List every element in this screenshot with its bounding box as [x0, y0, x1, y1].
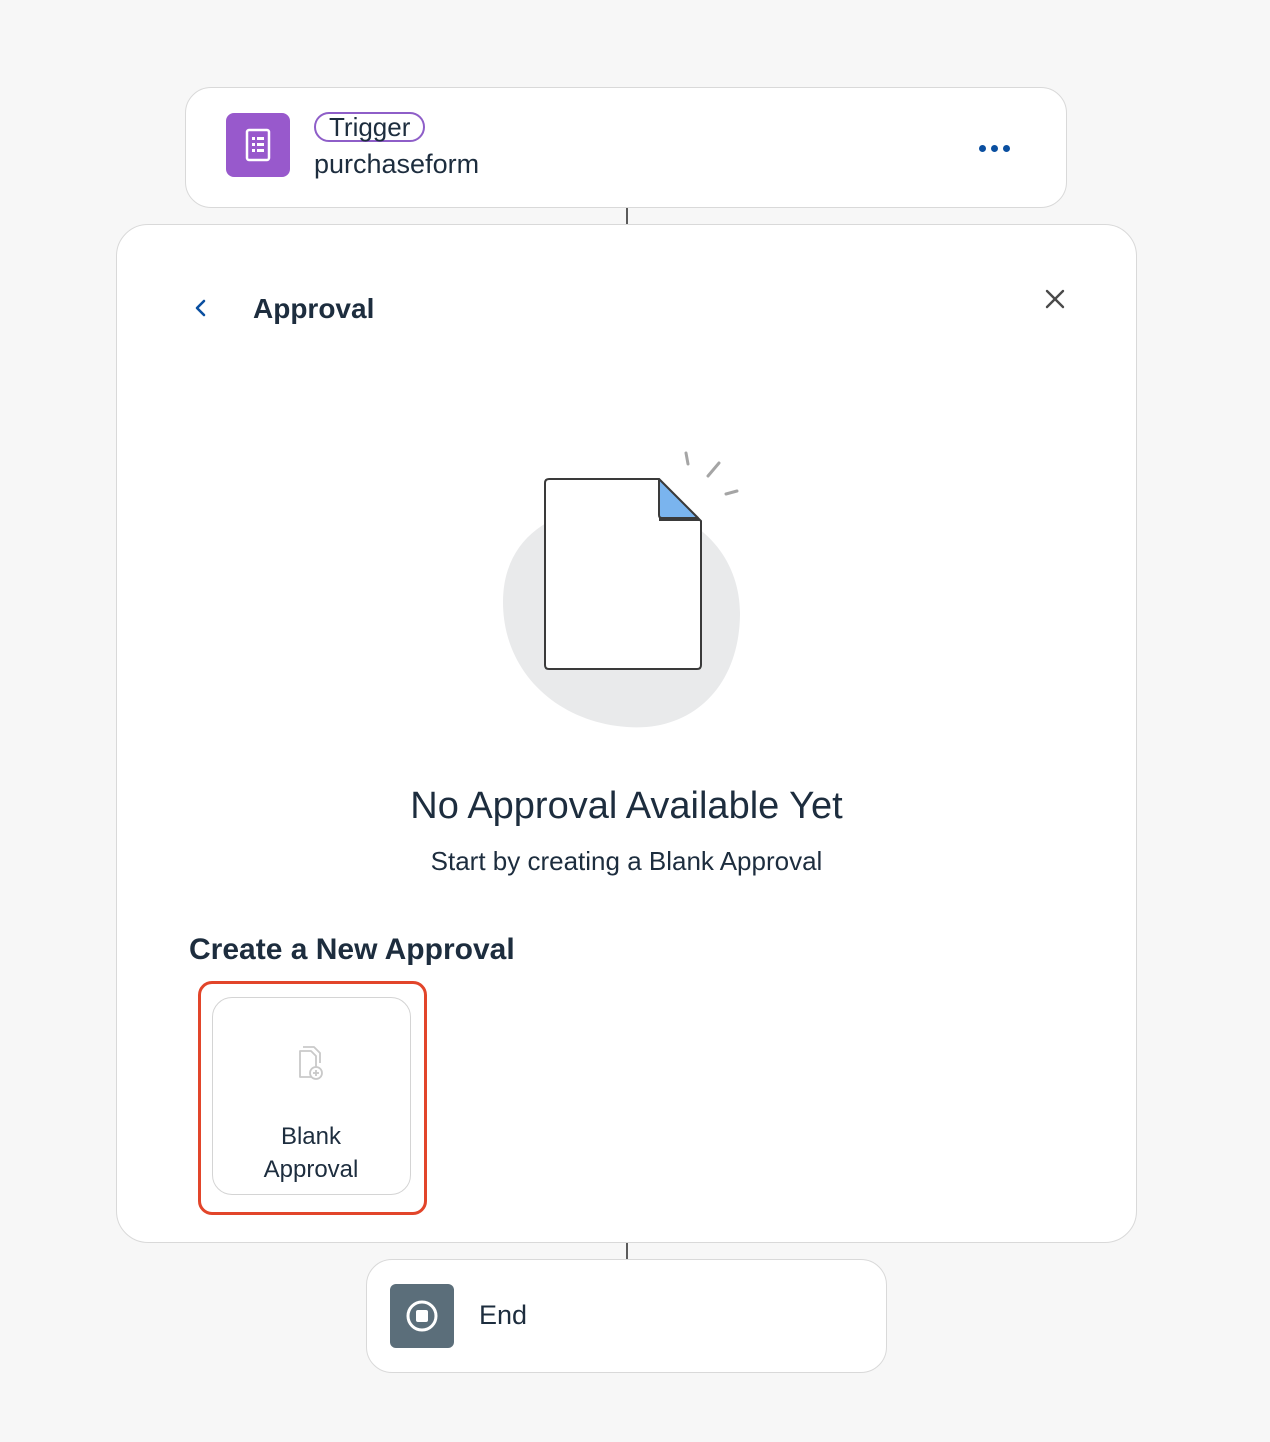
- end-label: End: [479, 1300, 528, 1330]
- back-button[interactable]: [185, 292, 217, 324]
- blank-approval-label: Blank Approval: [213, 1120, 409, 1186]
- trigger-badge: Trigger: [314, 112, 426, 142]
- connector-line-bottom: [626, 1242, 628, 1260]
- stop-icon: [390, 1284, 454, 1348]
- trigger-name: purchaseform: [314, 149, 480, 179]
- end-card[interactable]: End: [366, 1259, 887, 1373]
- empty-document-illustration: [503, 451, 741, 728]
- more-dot: [990, 144, 998, 152]
- create-approval-heading: Create a New Approval: [189, 933, 515, 966]
- blank-approval-label-line2: Approval: [263, 1156, 359, 1183]
- more-dot: [1002, 144, 1010, 152]
- blank-approval-card[interactable]: Blank Approval: [212, 997, 411, 1195]
- chevron-left-icon: [195, 299, 206, 317]
- connector-line-top: [626, 207, 628, 225]
- empty-state-subtitle: Start by creating a Blank Approval: [430, 846, 823, 876]
- panel-title: Approval: [253, 293, 375, 324]
- add-document-icon: [299, 1046, 323, 1080]
- close-icon: [1045, 289, 1065, 309]
- form-icon: [226, 113, 290, 177]
- empty-state-title: No Approval Available Yet: [410, 785, 843, 827]
- more-horizontal-icon: [978, 144, 986, 152]
- approval-panel: Approval No Approval Available Yet Start…: [116, 224, 1137, 1243]
- more-options-button[interactable]: [968, 132, 1020, 164]
- close-button[interactable]: [1039, 283, 1071, 315]
- trigger-card[interactable]: Trigger purchaseform: [185, 87, 1067, 208]
- blank-approval-label-line1: Blank: [280, 1123, 342, 1150]
